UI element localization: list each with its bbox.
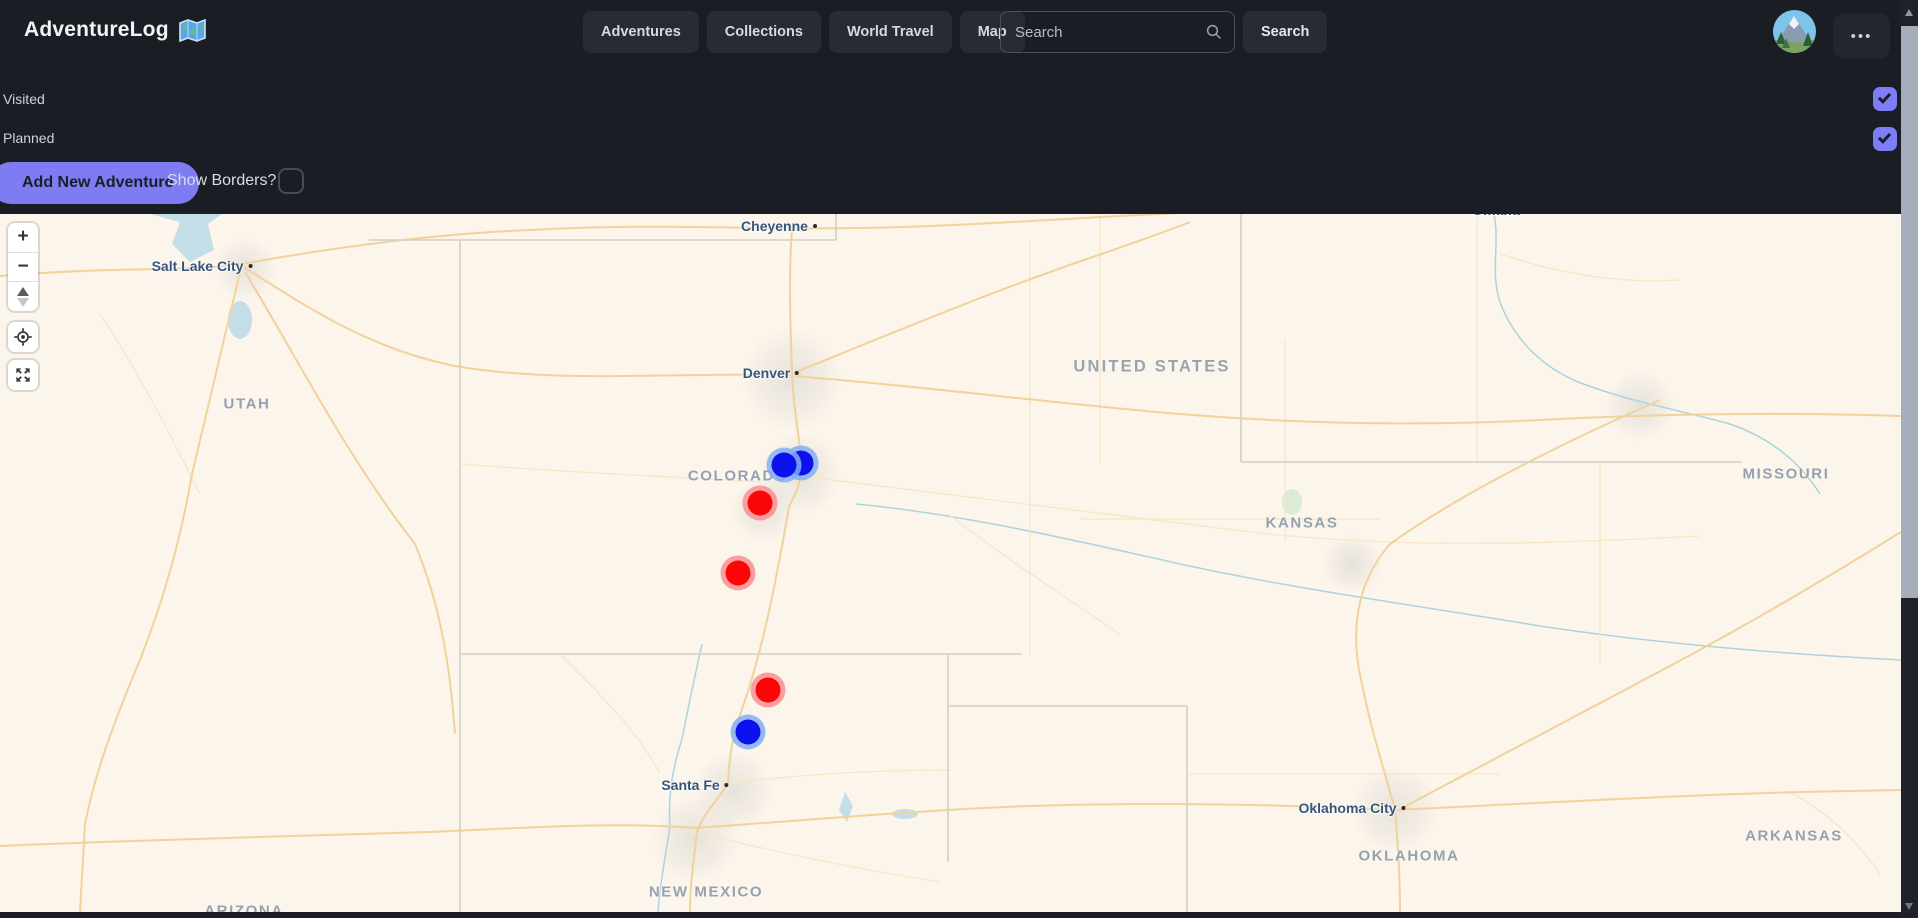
planned-checkbox[interactable] [1873, 127, 1897, 151]
city-dot-icon [813, 224, 817, 228]
zoom-control-group: + − [8, 223, 38, 311]
page-scrollbar[interactable] [1901, 0, 1918, 918]
state-label-new-mexico: NEW MEXICO [649, 884, 763, 901]
city-label-denver: Denver [743, 365, 799, 381]
scroll-down-arrow-icon[interactable] [1905, 903, 1913, 910]
fullscreen-icon [13, 365, 33, 385]
visited-label: Visited [3, 91, 45, 107]
compass-icon [17, 287, 29, 307]
geolocate-button[interactable] [8, 322, 38, 352]
city-name: Oklahoma City [1298, 800, 1396, 816]
show-borders-checkbox[interactable] [278, 168, 304, 194]
state-label-united-states: UNITED STATES [1073, 358, 1230, 377]
map-emoji-icon [179, 19, 206, 42]
fullscreen-button[interactable] [8, 360, 38, 390]
more-menu-button[interactable]: ••• [1833, 13, 1890, 59]
search-input[interactable] [1000, 11, 1235, 53]
state-label-oklahoma: OKLAHOMA [1358, 848, 1459, 865]
avatar-mountain-image [1773, 10, 1816, 53]
adventure-marker-visited[interactable] [748, 491, 773, 516]
state-label-kansas: KANSAS [1266, 515, 1339, 532]
main-nav: Adventures Collections World Travel Map [583, 11, 1025, 53]
search-icon [1205, 23, 1223, 41]
adventure-marker-planned[interactable] [736, 720, 761, 745]
app-title: AdventureLog [24, 18, 169, 42]
city-label-cheyenne: Cheyenne [741, 218, 817, 234]
city-name: Salt Lake City [152, 258, 244, 274]
nav-collections-button[interactable]: Collections [707, 11, 821, 53]
search-button[interactable]: Search [1243, 11, 1327, 53]
city-name: Denver [743, 365, 790, 381]
show-borders-label: Show Borders? [167, 172, 276, 190]
city-name: Omaha [1472, 214, 1519, 218]
top-navbar: AdventureLog Adventures Collections Worl… [0, 0, 1918, 64]
nav-adventures-button[interactable]: Adventures [583, 11, 699, 53]
state-label-missouri: MISSOURI [1743, 466, 1830, 483]
geolocate-icon [13, 327, 33, 347]
adventure-marker-visited[interactable] [726, 561, 751, 586]
planned-label: Planned [3, 130, 54, 146]
adventure-marker-planned[interactable] [772, 453, 797, 478]
state-label-arkansas: ARKANSAS [1745, 828, 1843, 845]
city-dot-icon [795, 371, 799, 375]
check-icon [1878, 130, 1891, 144]
nav-world-travel-button[interactable]: World Travel [829, 11, 952, 53]
state-label-arizona: ARIZONA [204, 903, 284, 913]
city-dot-icon [725, 783, 729, 787]
visited-checkbox[interactable] [1873, 87, 1897, 111]
adventure-marker-visited[interactable] [756, 678, 781, 703]
city-name: Santa Fe [661, 777, 719, 793]
city-dot-icon [248, 264, 252, 268]
check-icon [1878, 90, 1891, 104]
compass-button[interactable] [8, 281, 38, 311]
scroll-up-arrow-icon[interactable] [1905, 9, 1913, 16]
city-label-omaha: Omaha [1472, 214, 1519, 218]
city-label-santa-fe: Santa Fe [661, 777, 728, 793]
zoom-out-button[interactable]: − [8, 252, 38, 282]
city-dot-icon [1402, 806, 1406, 810]
app-logo[interactable]: AdventureLog [24, 18, 206, 42]
scrollbar-thumb[interactable] [1901, 26, 1918, 598]
city-label-salt-lake-city: Salt Lake City [152, 258, 253, 274]
adventurelog-app: { "header": { "logo": "AdventureLog", "n… [0, 0, 1918, 918]
basemap-layer [0, 214, 1901, 912]
state-label-utah: UTAH [224, 396, 271, 413]
map-canvas[interactable]: UTAHCOLORADOKANSASMISSOURIUNITED STATESA… [0, 214, 1901, 912]
avatar[interactable] [1773, 10, 1816, 53]
search-field-wrap [1000, 11, 1235, 53]
zoom-in-button[interactable]: + [8, 223, 38, 252]
city-name: Cheyenne [741, 218, 808, 234]
city-label-oklahoma-city: Oklahoma City [1298, 800, 1405, 816]
